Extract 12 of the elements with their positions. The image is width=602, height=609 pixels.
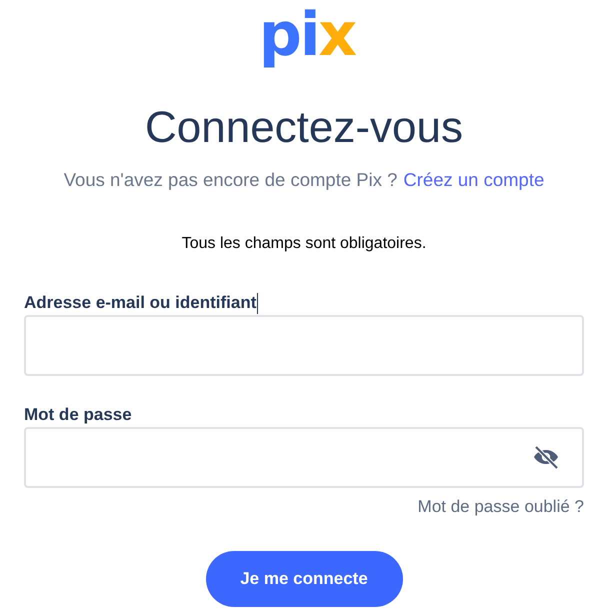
create-account-link[interactable]: Créez un compte: [403, 168, 544, 192]
page-title: Connectez-vous: [145, 102, 463, 154]
forgot-password-link[interactable]: Mot de passe oublié ?: [418, 496, 584, 518]
eye-slash-icon[interactable]: [532, 446, 560, 469]
input-field[interactable]: [24, 315, 584, 376]
required-fields-notice: Tous les champs sont obligatoires.: [182, 234, 426, 254]
password-field[interactable]: [24, 427, 584, 488]
login-button[interactable]: Je me connecte: [206, 551, 402, 607]
logo: pix: [258, 0, 356, 70]
field-label: Mot de passe: [24, 405, 132, 425]
field-label: Adresse e-mail ou identifiant: [24, 293, 256, 313]
signup-prompt: Vous n'avez pas encore de compte Pix ?: [64, 168, 398, 192]
